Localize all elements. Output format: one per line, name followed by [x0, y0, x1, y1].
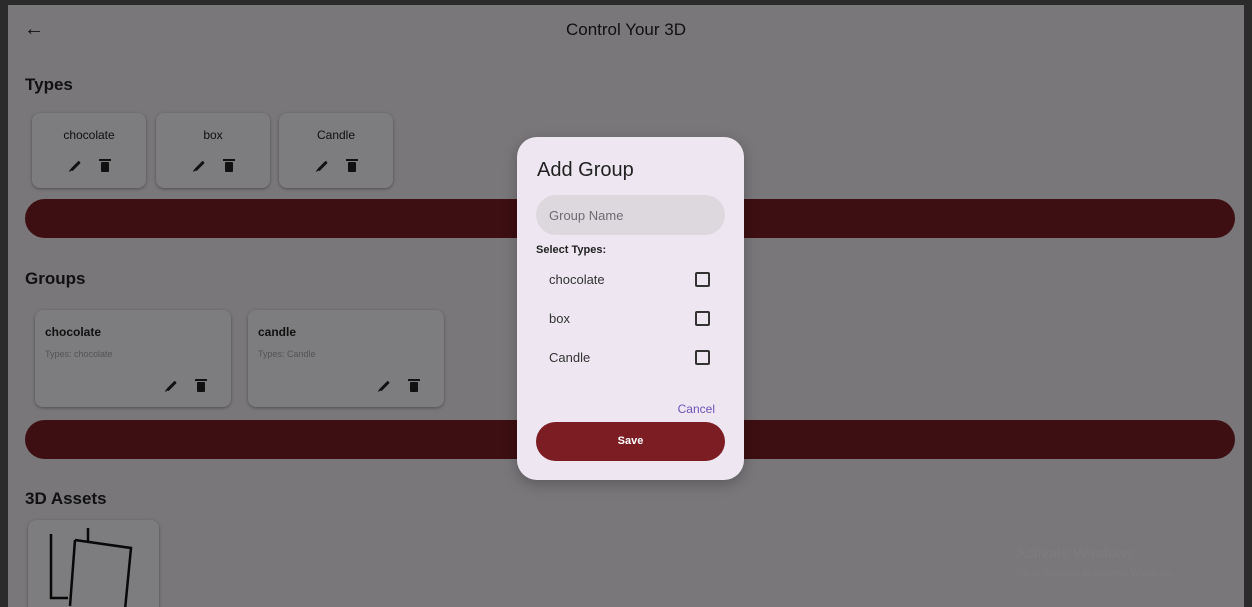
window-edge-left	[0, 0, 8, 607]
type-option-label: box	[549, 311, 570, 326]
type-option[interactable]: Candle	[536, 346, 721, 370]
dialog-title: Add Group	[537, 159, 634, 181]
save-button[interactable]: Save	[536, 422, 725, 461]
type-option-label: chocolate	[549, 272, 605, 287]
type-checkbox[interactable]	[695, 350, 710, 365]
type-checkbox[interactable]	[695, 311, 710, 326]
type-option[interactable]: chocolate	[536, 268, 721, 292]
group-name-input[interactable]	[536, 195, 725, 235]
window-edge-right	[1244, 0, 1252, 607]
type-option-label: Candle	[549, 350, 591, 365]
select-types-label: Select Types:	[536, 244, 607, 256]
type-option[interactable]: box	[536, 307, 721, 331]
type-checkbox[interactable]	[695, 272, 710, 287]
add-group-dialog: Add Group Select Types: chocolate box Ca…	[517, 137, 744, 480]
cancel-button[interactable]: Cancel	[678, 402, 715, 416]
